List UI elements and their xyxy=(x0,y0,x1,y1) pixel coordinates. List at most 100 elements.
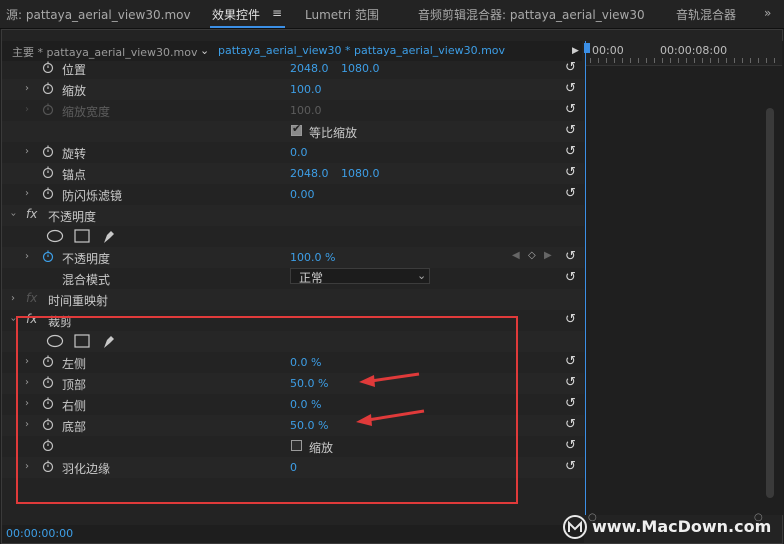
tab-track-mixer[interactable]: 音轨混合器 xyxy=(676,6,736,23)
reset-icon[interactable]: ↺ xyxy=(565,81,576,96)
anti-flicker-label: 防闪烁滤镜 xyxy=(62,189,123,203)
reset-icon[interactable]: ↺ xyxy=(565,270,576,285)
anti-flicker-value[interactable]: 0.00 xyxy=(290,188,315,201)
reset-icon[interactable]: ↺ xyxy=(565,144,576,159)
row-opacity-masks xyxy=(2,226,584,247)
scale-width-value: 100.0 xyxy=(290,104,322,117)
blend-mode-dropdown[interactable]: 正常 ⌄ xyxy=(290,268,430,285)
row-uniform-scale: ✔ 等比缩放 ↺ xyxy=(2,121,584,142)
reset-icon[interactable]: ↺ xyxy=(565,186,576,201)
timeline-ruler[interactable]: 00:00 00:00:08:00 xyxy=(584,41,782,66)
watermark-logo-icon xyxy=(563,515,587,539)
blend-mode-label: 混合模式 xyxy=(62,273,111,287)
time-remap-title: 时间重映射 xyxy=(48,294,109,308)
opacity-section-header[interactable]: › fx 不透明度 xyxy=(2,205,584,226)
stopwatch-icon[interactable] xyxy=(42,250,54,262)
row-blend-mode: 混合模式 正常 ⌄ ↺ xyxy=(2,268,584,289)
highlight-box xyxy=(16,316,518,504)
opacity-section-title: 不透明度 xyxy=(48,210,97,224)
expand-chevron-icon[interactable]: › xyxy=(25,251,29,262)
reset-icon[interactable]: ↺ xyxy=(565,375,576,390)
stopwatch-icon[interactable] xyxy=(42,82,54,94)
stopwatch-icon[interactable] xyxy=(42,61,54,73)
scale-label: 缩放 xyxy=(62,84,87,98)
uniform-scale-label: 等比缩放 xyxy=(309,126,358,140)
expand-chevron-icon[interactable]: › xyxy=(25,83,29,94)
stopwatch-icon[interactable] xyxy=(42,145,54,157)
scale-value[interactable]: 100.0 xyxy=(290,83,322,96)
reset-icon[interactable]: ↺ xyxy=(565,354,576,369)
blend-mode-value: 正常 xyxy=(299,271,324,285)
row-anchor: 锚点 2048.0 1080.0 ↺ xyxy=(2,163,584,184)
stopwatch-icon[interactable] xyxy=(42,187,54,199)
rectangle-mask-icon[interactable] xyxy=(74,229,90,243)
reset-icon[interactable]: ↺ xyxy=(565,438,576,453)
arrow-annotation-bottom xyxy=(356,409,425,426)
vertical-scrollbar[interactable] xyxy=(766,108,774,498)
collapse-chevron-icon[interactable]: › xyxy=(8,213,19,217)
chevron-down-icon: ⌄ xyxy=(417,269,427,282)
reset-icon[interactable]: ↺ xyxy=(565,396,576,411)
menu-icon[interactable]: ≡ xyxy=(272,6,282,20)
anchor-label: 锚点 xyxy=(62,168,87,182)
reset-icon[interactable]: ↺ xyxy=(565,312,576,327)
position-y-value[interactable]: 1080.0 xyxy=(341,62,380,75)
watermark-text: www.MacDown.com xyxy=(592,517,772,536)
tab-source[interactable]: 源: pattaya_aerial_view30.mov xyxy=(6,6,191,23)
arrow-annotation-top xyxy=(359,372,420,387)
fx-icon[interactable]: fx xyxy=(26,207,37,221)
clip-label[interactable]: pattaya_aerial_view30 * pattaya_aerial_v… xyxy=(218,44,505,57)
anchor-y-value[interactable]: 1080.0 xyxy=(341,167,380,180)
keyframe-timeline[interactable] xyxy=(585,41,783,515)
expand-chevron-icon[interactable]: › xyxy=(25,188,29,199)
next-keyframe-icon[interactable]: ▶ xyxy=(544,250,552,261)
ruler-mark: 00:00:08:00 xyxy=(660,44,728,57)
reset-icon[interactable]: ↺ xyxy=(565,102,576,117)
chevron-down-icon[interactable]: ⌄ xyxy=(200,44,209,57)
expand-chevron-icon[interactable]: › xyxy=(25,146,29,157)
current-timecode[interactable]: 00:00:00:00 xyxy=(6,527,73,540)
row-anti-flicker: › 防闪烁滤镜 0.00 ↺ xyxy=(2,184,584,205)
position-x-value[interactable]: 2048.0 xyxy=(290,62,329,75)
expand-chevron-icon[interactable]: › xyxy=(11,293,15,304)
position-label: 位置 xyxy=(62,63,87,77)
reset-icon[interactable]: ↺ xyxy=(565,165,576,180)
rotation-label: 旋转 xyxy=(62,147,87,161)
playhead-icon[interactable] xyxy=(584,43,590,53)
ellipse-mask-icon[interactable] xyxy=(46,229,64,243)
opacity-value[interactable]: 100.0 % xyxy=(290,251,335,264)
play-icon[interactable]: ▶ xyxy=(572,46,579,56)
tab-lumetri[interactable]: Lumetri 范围 xyxy=(305,6,379,23)
panel-tab-bar: 源: pattaya_aerial_view30.mov 效果控件 ≡ Lume… xyxy=(0,0,784,29)
add-keyframe-icon[interactable]: ◇ xyxy=(528,250,536,261)
row-scale-width: › 缩放宽度 100.0 ↺ xyxy=(2,100,584,121)
reset-icon[interactable]: ↺ xyxy=(565,417,576,432)
active-tab-indicator xyxy=(210,26,285,28)
expand-chevron-icon: › xyxy=(25,104,29,115)
rotation-value[interactable]: 0.0 xyxy=(290,146,308,159)
overflow-icon[interactable]: » xyxy=(764,6,771,20)
reset-icon[interactable]: ↺ xyxy=(565,459,576,474)
ruler-start: 00:00 xyxy=(592,44,624,57)
checkmark-icon: ✔ xyxy=(292,122,302,135)
tab-effect-controls[interactable]: 效果控件 xyxy=(212,6,260,23)
row-position: 位置 2048.0 1080.0 ↺ xyxy=(2,58,584,79)
stopwatch-icon[interactable] xyxy=(42,166,54,178)
ruler-ticks xyxy=(590,58,778,63)
scale-width-label: 缩放宽度 xyxy=(62,105,111,119)
prev-keyframe-icon[interactable]: ◀ xyxy=(512,250,520,261)
reset-icon[interactable]: ↺ xyxy=(565,123,576,138)
opacity-label: 不透明度 xyxy=(62,252,111,266)
reset-icon[interactable]: ↺ xyxy=(565,249,576,264)
anchor-x-value[interactable]: 2048.0 xyxy=(290,167,329,180)
row-scale: › 缩放 100.0 ↺ xyxy=(2,79,584,100)
reset-icon[interactable]: ↺ xyxy=(565,60,576,75)
status-bar: 00:00:00:00 xyxy=(2,525,584,543)
row-opacity: › 不透明度 100.0 % ◀ ◇ ▶ ↺ xyxy=(2,247,584,268)
stopwatch-icon xyxy=(42,103,54,115)
time-remap-section-header[interactable]: › fx 时间重映射 xyxy=(2,289,584,310)
fx-icon[interactable]: fx xyxy=(26,291,37,305)
pen-mask-icon[interactable] xyxy=(101,227,117,245)
tab-audio-clip-mixer[interactable]: 音频剪辑混合器: pattaya_aerial_view30 xyxy=(418,6,645,23)
row-rotation: › 旋转 0.0 ↺ xyxy=(2,142,584,163)
